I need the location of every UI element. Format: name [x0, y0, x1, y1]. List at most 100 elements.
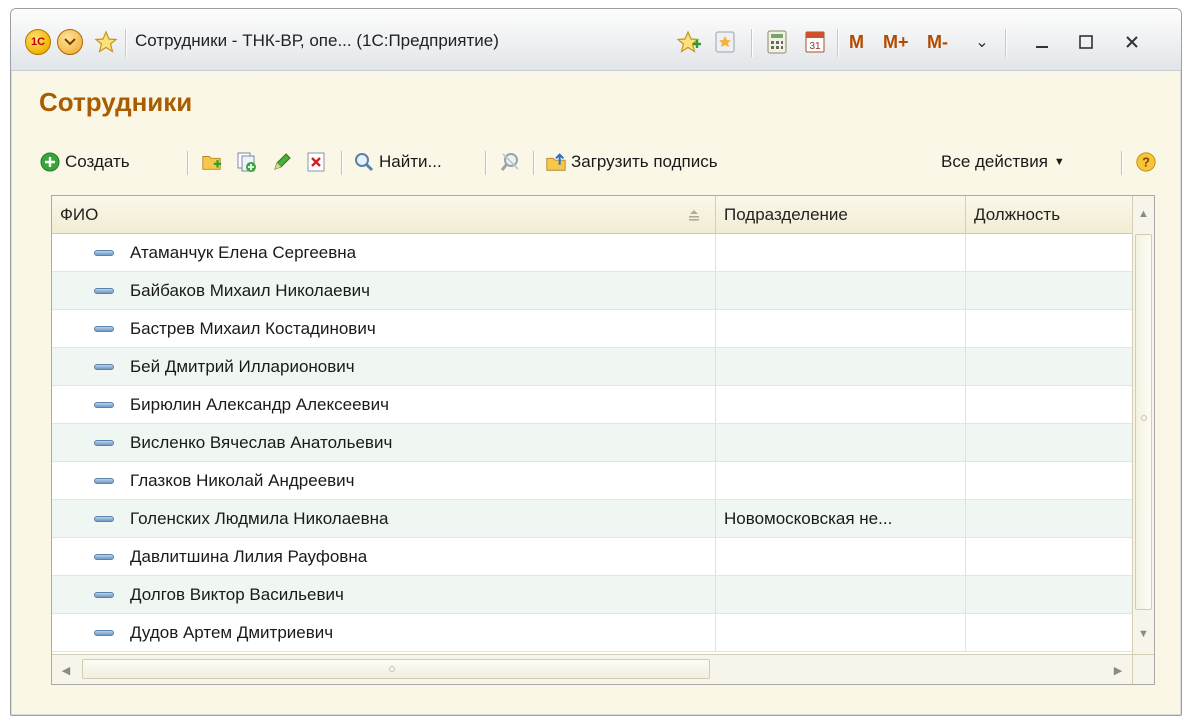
favorites-star-icon[interactable]	[91, 27, 121, 57]
command-bar: Создать Найти... Загрузить подпись Все д…	[39, 143, 1179, 181]
cell-department[interactable]	[716, 310, 966, 348]
minimize-icon[interactable]	[1027, 27, 1057, 57]
cell-fio[interactable]: Долгов Виктор Васильевич	[52, 576, 716, 614]
cell-department[interactable]	[716, 234, 966, 272]
cell-department[interactable]: Новомосковская не...	[716, 500, 966, 538]
copy-button[interactable]	[235, 143, 261, 181]
delete-button[interactable]	[305, 143, 331, 181]
table-row[interactable]: Дудов Артем Дмитриевич	[52, 614, 1134, 652]
cancel-search-icon	[499, 151, 521, 173]
memory-minus-button[interactable]: M-	[927, 28, 948, 56]
column-header-position[interactable]: Должность	[966, 196, 1134, 234]
calculator-icon[interactable]	[763, 28, 791, 56]
table-row[interactable]: Атаманчук Елена Сергеевна	[52, 234, 1134, 272]
create-button[interactable]: Создать	[39, 143, 130, 181]
scroll-left-icon[interactable]: ◀	[52, 655, 80, 685]
table-row[interactable]: Бастрев Михаил Костадинович	[52, 310, 1134, 348]
add-to-favorites-icon[interactable]	[675, 28, 703, 56]
find-button[interactable]: Найти...	[353, 143, 442, 181]
edit-button[interactable]	[271, 143, 297, 181]
cell-position[interactable]	[966, 576, 1134, 614]
cell-department[interactable]	[716, 386, 966, 424]
cell-position[interactable]	[966, 310, 1134, 348]
table-row[interactable]: Долгов Виктор Васильевич	[52, 576, 1134, 614]
bookmark-icon[interactable]	[711, 28, 739, 56]
cell-fio[interactable]: Дудов Артем Дмитриевич	[52, 614, 716, 652]
cell-department[interactable]	[716, 538, 966, 576]
sort-ascending-icon[interactable]	[687, 209, 701, 221]
close-icon[interactable]	[1117, 27, 1147, 57]
cell-department[interactable]	[716, 576, 966, 614]
cell-department[interactable]	[716, 614, 966, 652]
main-menu-button[interactable]	[57, 29, 83, 55]
scroll-grip-icon	[1141, 415, 1147, 421]
add-folder-icon	[201, 151, 223, 173]
table-row[interactable]: Бей Дмитрий Илларионович	[52, 348, 1134, 386]
1c-logo-icon[interactable]: 1С	[25, 29, 51, 55]
cell-position[interactable]	[966, 538, 1134, 576]
copy-icon	[235, 151, 257, 173]
cell-position[interactable]	[966, 462, 1134, 500]
cell-fio[interactable]: Глазков Николай Андреевич	[52, 462, 716, 500]
cell-position[interactable]	[966, 500, 1134, 538]
cell-fio[interactable]: Голенских Людмила Николаевна	[52, 500, 716, 538]
item-icon	[94, 478, 114, 484]
plus-circle-icon	[39, 151, 61, 173]
employees-table[interactable]: ФИО Подразделение Должность Атаманчук Ел…	[51, 195, 1155, 685]
toolbar-separator	[1121, 151, 1122, 175]
cell-fio[interactable]: Атаманчук Елена Сергеевна	[52, 234, 716, 272]
vertical-scroll-thumb[interactable]	[1135, 234, 1152, 610]
toolbar-separator	[485, 151, 486, 175]
cell-fio[interactable]: Бирюлин Александр Алексеевич	[52, 386, 716, 424]
column-header-fio[interactable]: ФИО	[52, 196, 716, 234]
table-row[interactable]: Висленко Вячеслав Анатольевич	[52, 424, 1134, 462]
cell-department[interactable]	[716, 424, 966, 462]
cell-fio[interactable]: Бей Дмитрий Илларионович	[52, 348, 716, 386]
pencil-icon	[271, 151, 293, 173]
item-icon	[94, 592, 114, 598]
scroll-down-icon[interactable]: ▼	[1133, 622, 1154, 646]
memory-plus-button[interactable]: M+	[883, 28, 909, 56]
cell-text: Висленко Вячеслав Анатольевич	[130, 433, 393, 452]
load-signature-icon	[545, 151, 567, 173]
cell-fio[interactable]: Бастрев Михаил Костадинович	[52, 310, 716, 348]
maximize-icon[interactable]	[1071, 27, 1101, 57]
item-icon	[94, 554, 114, 560]
cell-fio[interactable]: Висленко Вячеслав Анатольевич	[52, 424, 716, 462]
window-title: Сотрудники - ТНК-ВР, опе... (1С:Предприя…	[135, 31, 499, 50]
titlebar-separator	[751, 29, 752, 57]
all-actions-button[interactable]: Все действия ▼	[941, 143, 1065, 181]
cell-position[interactable]	[966, 614, 1134, 652]
cell-department[interactable]	[716, 348, 966, 386]
cell-position[interactable]	[966, 348, 1134, 386]
cell-department[interactable]	[716, 272, 966, 310]
cancel-search-button[interactable]	[499, 143, 525, 181]
cell-fio[interactable]: Байбаков Михаил Николаевич	[52, 272, 716, 310]
scrollbar-corner	[1132, 654, 1154, 684]
add-folder-button[interactable]	[201, 143, 227, 181]
cell-fio[interactable]: Давлитшина Лилия Рауфовна	[52, 538, 716, 576]
help-button[interactable]: ?	[1135, 143, 1161, 181]
scroll-right-icon[interactable]: ▶	[1104, 655, 1132, 685]
table-row[interactable]: Глазков Николай Андреевич	[52, 462, 1134, 500]
table-row[interactable]: Голенских Людмила Николаевна Новомосковс…	[52, 500, 1134, 538]
cell-position[interactable]	[966, 272, 1134, 310]
item-icon	[94, 326, 114, 332]
scroll-up-icon[interactable]: ▲	[1133, 202, 1154, 226]
table-row[interactable]: Бирюлин Александр Алексеевич	[52, 386, 1134, 424]
cell-position[interactable]	[966, 424, 1134, 462]
horizontal-scroll-thumb[interactable]	[82, 659, 710, 679]
cell-position[interactable]	[966, 386, 1134, 424]
memory-m-button[interactable]: M	[849, 28, 864, 56]
vertical-scrollbar[interactable]: ▲ ▼	[1132, 196, 1154, 654]
chevron-down-icon[interactable]: ⌄	[967, 27, 997, 57]
load-signature-button[interactable]: Загрузить подпись	[545, 143, 718, 181]
calendar-icon[interactable]: 31	[801, 28, 829, 56]
cell-text: Голенских Людмила Николаевна	[130, 509, 389, 528]
cell-department[interactable]	[716, 462, 966, 500]
horizontal-scrollbar[interactable]: ◀ ▶	[52, 654, 1134, 684]
column-header-department[interactable]: Подразделение	[716, 196, 966, 234]
cell-position[interactable]	[966, 234, 1134, 272]
table-row[interactable]: Давлитшина Лилия Рауфовна	[52, 538, 1134, 576]
table-row[interactable]: Байбаков Михаил Николаевич	[52, 272, 1134, 310]
